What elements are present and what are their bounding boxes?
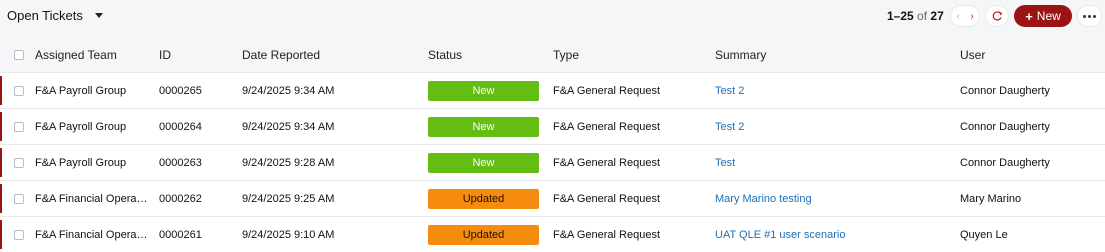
view-selector[interactable]: Open Tickets <box>7 8 103 23</box>
more-dot-icon <box>1083 14 1086 18</box>
user-cell: Connor Daugherty <box>960 84 1050 97</box>
summary-link[interactable]: UAT QLE #1 user scenario <box>715 229 845 241</box>
column-header-type[interactable]: Type <box>553 48 579 62</box>
new-ticket-button[interactable]: + New <box>1014 5 1072 27</box>
user-cell: Connor Daugherty <box>960 156 1050 169</box>
id-cell: 0000265 <box>159 84 202 97</box>
page-total: 27 <box>930 9 944 23</box>
list-toolbar: Open Tickets 1–25 of 27 ‹ › + New <box>0 0 1105 36</box>
table-row[interactable]: F&A Payroll Group 0000264 9/24/2025 9:34… <box>0 108 1105 144</box>
previous-page-icon[interactable]: ‹ <box>956 11 959 22</box>
id-cell: 0000263 <box>159 156 202 169</box>
row-checkbox[interactable] <box>14 193 24 204</box>
column-header-date[interactable]: Date Reported <box>242 48 320 62</box>
column-header-team[interactable]: Assigned Team <box>35 48 150 62</box>
table-header: Assigned Team ID Date Reported Status Ty… <box>0 38 1105 72</box>
refresh-button[interactable] <box>985 5 1009 27</box>
more-options-button[interactable] <box>1077 5 1102 27</box>
status-badge: New <box>428 80 539 101</box>
type-cell: F&A General Request <box>553 156 661 169</box>
row-marker <box>0 148 2 177</box>
table-row[interactable]: F&A Financial Operations 0000261 9/24/20… <box>0 216 1105 252</box>
summary-link[interactable]: Test <box>715 157 735 169</box>
id-cell: 0000261 <box>159 228 202 241</box>
date-cell: 9/24/2025 9:34 AM <box>242 84 335 97</box>
view-label: Open Tickets <box>7 8 83 23</box>
team-cell: F&A Financial Operations <box>35 228 150 241</box>
date-cell: 9/24/2025 9:28 AM <box>242 156 335 169</box>
summary-link[interactable]: Test 2 <box>715 121 744 133</box>
plus-icon: + <box>1025 8 1033 24</box>
column-header-user[interactable]: User <box>960 48 985 62</box>
status-badge: Updated <box>428 188 539 209</box>
more-dot-icon <box>1093 14 1096 18</box>
table-row[interactable]: F&A Financial Operations 0000262 9/24/20… <box>0 180 1105 216</box>
row-checkbox[interactable] <box>14 85 24 96</box>
row-checkbox[interactable] <box>14 121 24 132</box>
pager: ‹ › <box>950 5 980 27</box>
team-cell: F&A Financial Operations <box>35 192 150 205</box>
team-cell: F&A Payroll Group <box>35 156 127 169</box>
next-page-icon[interactable]: › <box>970 11 973 22</box>
user-cell: Mary Marino <box>960 192 1022 205</box>
row-marker <box>0 220 2 249</box>
status-badge: Updated <box>428 224 539 245</box>
table-row[interactable]: F&A Payroll Group 0000265 9/24/2025 9:34… <box>0 72 1105 108</box>
column-header-id[interactable]: ID <box>159 48 171 62</box>
type-cell: F&A General Request <box>553 120 661 133</box>
user-cell: Quyen Le <box>960 228 1008 241</box>
type-cell: F&A General Request <box>553 228 661 241</box>
row-marker <box>0 184 2 213</box>
column-header-status[interactable]: Status <box>428 48 462 62</box>
date-cell: 9/24/2025 9:10 AM <box>242 228 335 241</box>
date-cell: 9/24/2025 9:25 AM <box>242 192 335 205</box>
team-cell: F&A Payroll Group <box>35 84 127 97</box>
user-cell: Connor Daugherty <box>960 120 1050 133</box>
page-of-label: of <box>917 9 928 23</box>
pagination-info: 1–25 of 27 <box>887 9 944 23</box>
row-checkbox[interactable] <box>14 157 24 168</box>
id-cell: 0000264 <box>159 120 202 133</box>
table-row[interactable]: F&A Payroll Group 0000263 9/24/2025 9:28… <box>0 144 1105 180</box>
new-ticket-label: New <box>1036 9 1061 23</box>
team-cell: F&A Payroll Group <box>35 120 127 133</box>
summary-link[interactable]: Test 2 <box>715 85 744 97</box>
row-marker <box>0 112 2 141</box>
row-marker <box>0 76 2 105</box>
row-checkbox[interactable] <box>14 229 24 240</box>
type-cell: F&A General Request <box>553 192 661 205</box>
select-all-checkbox[interactable] <box>14 50 24 60</box>
status-badge: New <box>428 152 539 173</box>
more-dot-icon <box>1088 14 1091 18</box>
column-header-summary[interactable]: Summary <box>715 48 766 62</box>
type-cell: F&A General Request <box>553 84 661 97</box>
summary-link[interactable]: Mary Marino testing <box>715 193 812 205</box>
caret-down-icon <box>94 13 103 18</box>
id-cell: 0000262 <box>159 192 202 205</box>
table-body: F&A Payroll Group 0000265 9/24/2025 9:34… <box>0 72 1105 252</box>
status-badge: New <box>428 116 539 137</box>
date-cell: 9/24/2025 9:34 AM <box>242 120 335 133</box>
page-range: 1–25 <box>887 9 914 23</box>
tickets-table: Assigned Team ID Date Reported Status Ty… <box>0 38 1105 252</box>
refresh-icon <box>992 11 1002 21</box>
